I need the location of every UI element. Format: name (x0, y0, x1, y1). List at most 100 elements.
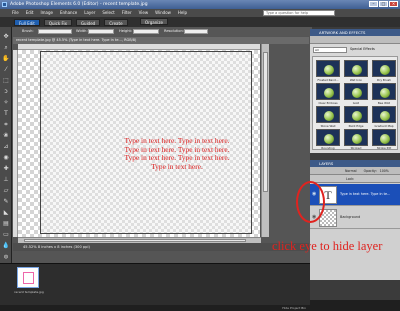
maximize-icon[interactable]: □ (379, 1, 388, 7)
effect-thumb-8[interactable] (344, 106, 368, 123)
effect-thumb-10[interactable] (316, 129, 340, 146)
menu-edit[interactable]: Edit (26, 9, 34, 17)
eyedropper-tool-icon[interactable]: ⁄ (2, 66, 10, 74)
menu-layer[interactable]: Layer (84, 9, 95, 17)
bottom-bar: Hide Project Bin (0, 305, 400, 311)
effect-thumb-6[interactable] (372, 83, 396, 100)
blur-tool-icon[interactable]: 💧 (2, 242, 10, 250)
blend-mode-dropdown[interactable]: Normal (345, 169, 357, 173)
paint-bucket-tool-icon[interactable]: ◣ (2, 209, 10, 217)
annotation-text: click eye to hide layer (272, 239, 383, 253)
help-search-input[interactable]: Type a question for help (263, 10, 335, 16)
effects-tabs[interactable] (310, 36, 400, 44)
lasso-tool-icon[interactable]: ↄ (2, 88, 10, 96)
brush-label: Brush: (22, 29, 34, 33)
menu-file[interactable]: File (12, 9, 19, 17)
red-eye-tool-icon[interactable]: ◉ (2, 154, 10, 162)
mode-bar: Full Edit Quick Fix Guided Create Organi… (0, 17, 400, 27)
clone-stamp-tool-icon[interactable]: ⊥ (2, 176, 10, 184)
menu-help[interactable]: Help (178, 9, 187, 17)
minimize-icon[interactable]: – (369, 1, 378, 7)
organize-button[interactable]: Organize (140, 18, 168, 25)
title-bar: Adobe Photoshop Elements 6.0 (Editor) - … (0, 0, 400, 9)
vertical-scrollbar[interactable] (261, 44, 269, 237)
shape-tool-icon[interactable]: ▭ (2, 231, 10, 239)
effects-panel-header[interactable]: ARTWORK AND EFFECTS (310, 29, 400, 36)
type-tool-icon[interactable]: T (2, 110, 10, 118)
menu-image[interactable]: Image (40, 9, 53, 17)
window-title: Adobe Photoshop Elements 6.0 (Editor) - … (10, 2, 148, 7)
effect-thumb-3[interactable] (372, 60, 396, 77)
cookie-cutter-tool-icon[interactable]: ❀ (2, 132, 10, 140)
project-bin (0, 263, 310, 305)
effect-label-2: Wet Icon (349, 78, 363, 82)
layer-name-text: Type in text here. Type in te... (340, 192, 391, 196)
artwork-effects-panel: All Special Effects Frosted Rand... Wet … (310, 36, 400, 153)
width-field[interactable] (88, 29, 114, 34)
gradient-tool-icon[interactable]: ▤ (2, 220, 10, 228)
effect-label-8: Paint Edge (348, 124, 364, 128)
guided-button[interactable]: Guided (75, 18, 101, 26)
effect-label-11: Stroked (350, 146, 362, 150)
magic-wand-tool-icon[interactable]: ✧ (2, 99, 10, 107)
eraser-tool-icon[interactable]: ▱ (2, 187, 10, 195)
menu-enhance[interactable]: Enhance (60, 9, 77, 17)
create-button[interactable]: Create (104, 18, 128, 26)
close-icon[interactable]: × (389, 1, 398, 7)
effect-thumb-2[interactable] (344, 60, 368, 77)
effect-thumb-9[interactable] (372, 106, 396, 123)
window-controls: – □ × (369, 1, 398, 7)
effect-label-12: Stroke Pdt (376, 146, 392, 150)
horizontal-scroll-thumb[interactable] (24, 239, 246, 242)
app-icon (2, 2, 7, 7)
menu-select[interactable]: Select (102, 9, 114, 17)
thumbnail-frame (23, 272, 34, 284)
resolution-label: Resolution: (164, 29, 184, 33)
tool-options-bar: Brush: Width: Height: Resolution: (12, 27, 312, 36)
width-label: Width: (76, 29, 88, 33)
move-tool-icon[interactable]: ✥ (2, 33, 10, 41)
vertical-scroll-thumb[interactable] (263, 52, 268, 192)
effect-label-6: Bee Wild (377, 101, 391, 105)
effect-label-5: Gold (352, 101, 360, 105)
effect-thumb-5[interactable] (344, 83, 368, 100)
effect-thumb-1[interactable] (316, 60, 340, 77)
marquee-tool-icon[interactable]: ⬚ (2, 77, 10, 85)
effects-grid: Frosted Rand... Wet Icon Dry Brush Clear… (312, 56, 398, 150)
opacity-value[interactable]: 100% (380, 169, 389, 173)
sponge-tool-icon[interactable]: ◍ (2, 253, 10, 261)
effects-section-label: Special Effects (350, 47, 375, 51)
effect-thumb-4[interactable] (316, 83, 340, 100)
bin-thumbnail[interactable] (17, 267, 39, 288)
hand-tool-icon[interactable]: ✋ (2, 55, 10, 63)
canvas-text-layer[interactable]: Type in text here. Type in text here. Ty… (120, 136, 234, 171)
crop-tool-icon[interactable]: ⌗ (2, 121, 10, 129)
brush-field[interactable] (38, 29, 72, 34)
hide-bin-button[interactable]: Hide Project Bin (282, 305, 306, 311)
effect-thumb-11[interactable] (344, 129, 368, 146)
effect-label-10: Rounding (321, 146, 335, 150)
layers-panel-header[interactable]: LAYERS (310, 160, 400, 167)
quick-fix-button[interactable]: Quick Fix (43, 18, 72, 26)
toolbox: ✥ ⌕ ✋ ⁄ ⬚ ↄ ✧ T ⌗ ❀ ⊿ ◉ ✚ ⊥ ▱ ✎ ◣ ▤ ▭ 💧 … (0, 27, 12, 285)
menu-window[interactable]: Window (155, 9, 171, 17)
zoom-tool-icon[interactable]: ⌕ (2, 44, 10, 52)
lock-label: Lock: (346, 177, 355, 181)
brush-tool-icon[interactable]: ✎ (2, 198, 10, 206)
menu-view[interactable]: View (139, 9, 149, 17)
effect-label-1: Frosted Rand... (317, 78, 339, 82)
effect-thumb-7[interactable] (316, 106, 340, 123)
status-bar: 45.52% 8 inches x 8 inches (300 ppi) (13, 243, 309, 251)
effects-category-dropdown[interactable]: All (313, 47, 347, 53)
height-field[interactable] (133, 29, 159, 34)
healing-brush-tool-icon[interactable]: ✚ (2, 165, 10, 173)
resolution-field[interactable] (184, 29, 208, 34)
menu-filter[interactable]: Filter (122, 9, 132, 17)
straighten-tool-icon[interactable]: ⊿ (2, 143, 10, 151)
document-tab[interactable]: recent template.jpg @ 45.5% (Type in tex… (13, 37, 309, 44)
height-label: Height: (119, 29, 133, 33)
layers-empty-area (310, 230, 400, 280)
panel-footer (310, 300, 400, 305)
effect-thumb-12[interactable] (372, 129, 396, 146)
full-edit-button[interactable]: Full Edit (14, 18, 40, 26)
